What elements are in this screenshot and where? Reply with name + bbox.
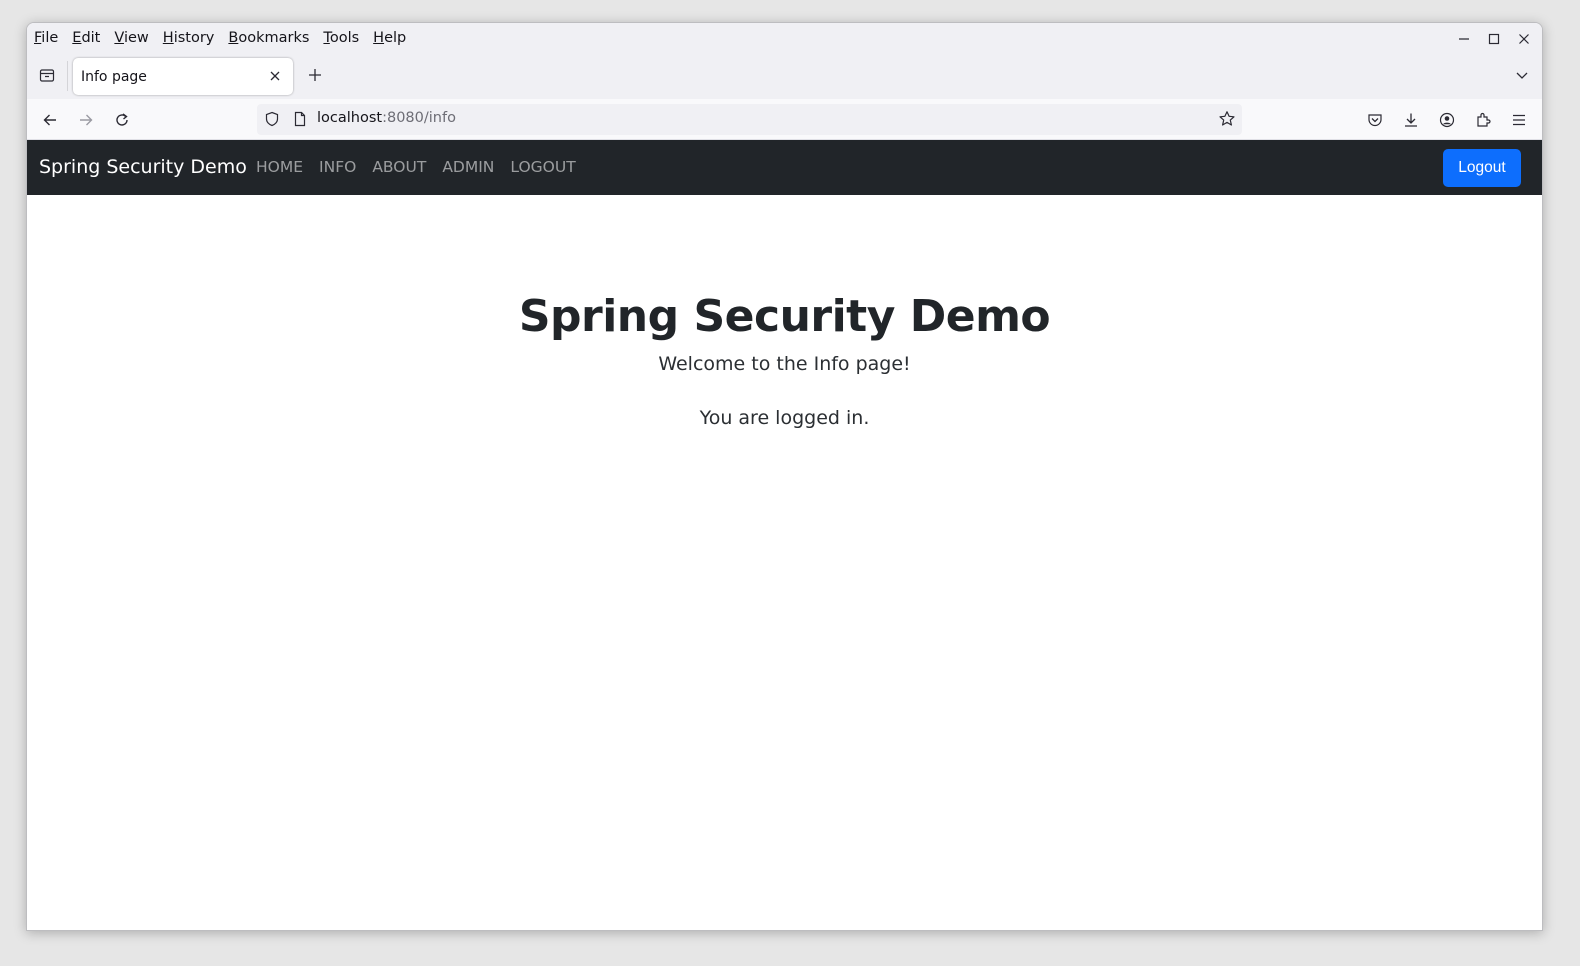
reload-button[interactable] — [109, 107, 135, 133]
page-content: Spring Security Demo HOME INFO ABOUT ADM… — [27, 140, 1542, 930]
navigation-toolbar: localhost:8080/info — [27, 99, 1542, 140]
menu-bar: File Edit View History Bookmarks Tools H… — [27, 23, 1542, 53]
menu-edit[interactable]: Edit — [72, 28, 100, 48]
download-icon[interactable] — [1398, 107, 1424, 133]
tab-title: Info page — [81, 68, 147, 85]
menu-bookmarks[interactable]: Bookmarks — [228, 28, 309, 48]
list-all-tabs-button[interactable] — [1510, 63, 1534, 87]
url-text[interactable]: localhost:8080/info — [317, 110, 456, 126]
menu-tools[interactable]: Tools — [323, 28, 359, 48]
minimize-icon — [1459, 38, 1469, 40]
plus-icon — [309, 69, 321, 81]
reload-icon — [116, 113, 128, 126]
page-title: Spring Security Demo — [518, 291, 1051, 342]
star-icon[interactable] — [1216, 108, 1238, 130]
url-bar[interactable]: localhost:8080/info — [257, 104, 1242, 135]
chevron-down-icon — [1516, 72, 1528, 79]
close-window-button[interactable] — [1512, 27, 1536, 51]
menu-file[interactable]: File — [34, 28, 58, 48]
extensions-icon[interactable] — [1470, 107, 1496, 133]
firefox-view-button[interactable] — [35, 63, 59, 87]
url-path: :8080/info — [382, 110, 456, 126]
maximize-button[interactable] — [1482, 27, 1506, 51]
shield-icon[interactable] — [261, 108, 283, 130]
hero-section: Spring Security Demo Welcome to the Info… — [27, 290, 1542, 430]
menu-view[interactable]: View — [114, 28, 148, 48]
nav-link-info[interactable]: INFO — [319, 158, 356, 176]
logout-button[interactable]: Logout — [1443, 149, 1521, 187]
hamburger-menu-icon[interactable] — [1506, 107, 1532, 133]
arrow-left-icon — [43, 114, 56, 126]
maximize-icon — [1488, 33, 1500, 45]
site-brand[interactable]: Spring Security Demo — [39, 156, 247, 178]
login-status: You are logged in. — [699, 407, 870, 429]
menu-history[interactable]: History — [163, 28, 215, 48]
menu-help[interactable]: Help — [373, 28, 406, 48]
tab-list-icon — [39, 69, 55, 82]
account-icon[interactable] — [1434, 107, 1460, 133]
toolbar-actions — [1362, 107, 1532, 133]
pocket-icon[interactable] — [1362, 107, 1388, 133]
page-subtitle: Welcome to the Info page! — [658, 353, 911, 375]
back-button[interactable] — [37, 107, 63, 133]
nav-link-logout[interactable]: LOGOUT — [510, 158, 575, 176]
title-bar: File Edit View History Bookmarks Tools H… — [27, 23, 1542, 99]
nav-link-about[interactable]: ABOUT — [372, 158, 426, 176]
tab-close-button[interactable] — [265, 66, 285, 86]
close-icon — [270, 71, 280, 81]
close-icon — [1519, 34, 1529, 44]
tab-separator — [67, 61, 68, 91]
browser-window: File Edit View History Bookmarks Tools H… — [26, 22, 1543, 931]
arrow-right-icon — [80, 114, 93, 126]
forward-button[interactable] — [73, 107, 99, 133]
minimize-button[interactable] — [1452, 27, 1476, 51]
site-navbar: Spring Security Demo HOME INFO ABOUT ADM… — [27, 140, 1542, 195]
nav-link-home[interactable]: HOME — [256, 158, 303, 176]
nav-link-admin[interactable]: ADMIN — [442, 158, 494, 176]
tab-strip: Info page — [27, 53, 1542, 99]
window-controls — [1452, 27, 1536, 51]
tab-info-page[interactable]: Info page — [73, 58, 293, 95]
new-tab-button[interactable] — [303, 63, 327, 87]
site-nav-links: HOME INFO ABOUT ADMIN LOGOUT — [256, 158, 576, 176]
url-host: localhost — [317, 110, 383, 126]
page-icon[interactable] — [289, 108, 311, 130]
